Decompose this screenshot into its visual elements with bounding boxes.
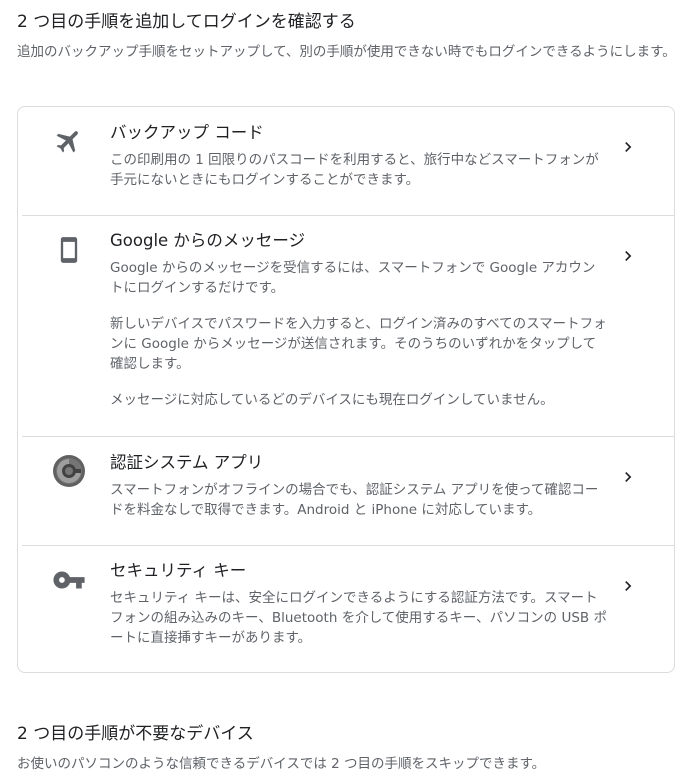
option-title: セキュリティ キー (110, 561, 247, 580)
option-paragraph: メッセージに対応しているどのデバイスにも現在ログインしていません。 (110, 392, 554, 408)
option-paragraph: スマートフォンがオフラインの場合でも、認証システム アプリを使って確認コードを料… (110, 482, 599, 518)
option-title: Google からのメッセージ (110, 231, 306, 250)
option-authenticator-app[interactable]: 認証システム アプリ スマートフォンがオフラインの場合でも、認証システム アプリ… (18, 437, 674, 545)
option-description: スマートフォンがオフラインの場合でも、認証システム アプリを使って確認コードを料… (110, 480, 608, 520)
key-icon (51, 562, 87, 598)
option-paragraph: この印刷用の 1 回限りのパスコードを利用すると、旅行中などスマートフォンが手元… (110, 152, 599, 188)
option-description: セキュリティ キーは、安全にログインできるようにする認証方法です。スマートフォン… (110, 588, 608, 648)
option-title: バックアップ コード (110, 123, 264, 142)
section-title: 2 つ目の手順が不要なデバイス (17, 724, 254, 744)
smartphone-icon (51, 232, 87, 268)
option-paragraph: 新しいデバイスでパスワードを入力すると、ログイン済みのすべてのスマートフォンに … (110, 316, 607, 372)
option-backup-codes[interactable]: バックアップ コード この印刷用の 1 回限りのパスコードを利用すると、旅行中な… (18, 107, 674, 215)
option-description: この印刷用の 1 回限りのパスコードを利用すると、旅行中などスマートフォンが手元… (110, 150, 608, 190)
section-description: 追加のバックアップ手順をセットアップして、別の手順が使用できない時でもログインで… (17, 44, 676, 60)
option-title: 認証システム アプリ (110, 453, 264, 472)
option-paragraph: Google からのメッセージを受信するには、スマートフォンで Google ア… (110, 260, 596, 296)
chevron-right-icon (618, 246, 638, 266)
section-description: お使いのパソコンのような信頼できるデバイスでは 2 つ目の手順をスキップできます… (17, 756, 546, 772)
option-description: Google からのメッセージを受信するには、スマートフォンで Google ア… (110, 258, 608, 410)
second-step-options-card: バックアップ コード この印刷用の 1 回限りのパスコードを利用すると、旅行中な… (17, 106, 675, 673)
authenticator-icon (51, 453, 87, 489)
chevron-right-icon (618, 576, 638, 596)
option-paragraph: セキュリティ キーは、安全にログインできるようにする認証方法です。スマートフォン… (110, 590, 607, 646)
airplane-icon (51, 123, 87, 159)
option-security-key[interactable]: セキュリティ キー セキュリティ キーは、安全にログインできるようにする認証方法… (18, 546, 674, 672)
chevron-right-icon (618, 137, 638, 157)
option-google-prompts[interactable]: Google からのメッセージ Google からのメッセージを受信するには、ス… (18, 216, 674, 436)
chevron-right-icon (618, 467, 638, 487)
section-title: 2 つ目の手順を追加してログインを確認する (17, 12, 356, 32)
